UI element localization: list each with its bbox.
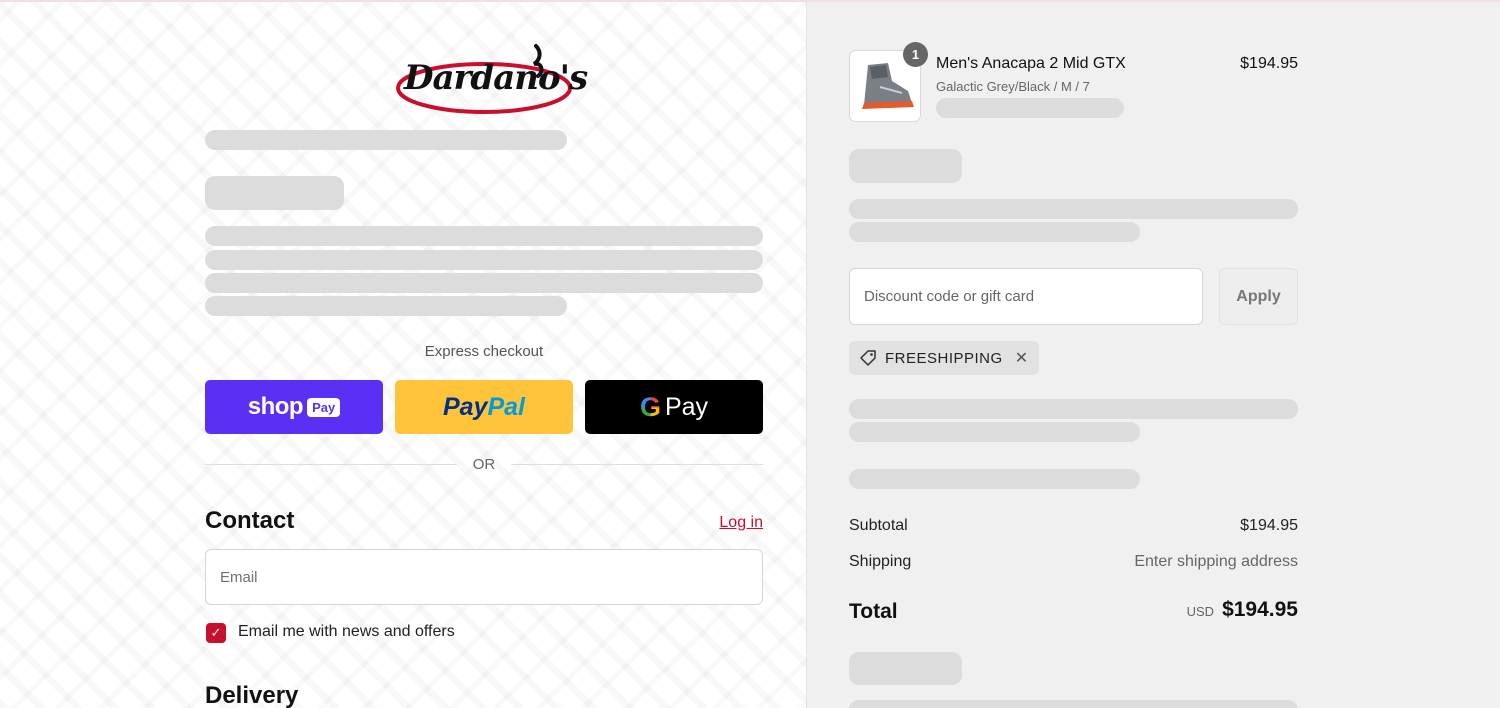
skeleton-block (205, 176, 344, 210)
checkout-main-column: Dardano's Express checkout shop Pay PayP… (0, 2, 806, 708)
total-value-group: USD $194.95 (1187, 598, 1298, 622)
skeleton-line (205, 296, 567, 316)
shop-pay-pill: Pay (307, 397, 341, 417)
contact-heading: Contact (205, 507, 295, 534)
subtotal-value: $194.95 (1240, 517, 1298, 534)
order-summary-column: 1 Men's Anacapa 2 Mid GTX Galactic Grey/… (807, 2, 1500, 708)
skeleton-block (849, 652, 962, 685)
product-price: $194.95 (1240, 55, 1298, 72)
skeleton-line (205, 226, 763, 246)
shop-pay-button[interactable]: shop Pay (205, 380, 383, 434)
checkmark-icon: ✓ (210, 625, 222, 641)
skeleton-line (205, 130, 567, 150)
google-g-icon: G (639, 391, 661, 422)
skeleton-line (849, 199, 1298, 219)
shipping-value: Enter shipping address (1134, 553, 1298, 570)
applied-discount-chip: FREESHIPPING ✕ (849, 341, 1039, 375)
newsletter-label: Email me with news and offers (238, 623, 455, 640)
skeleton-line (849, 422, 1140, 442)
delivery-heading: Delivery (205, 682, 299, 708)
or-divider: OR (205, 454, 763, 474)
product-name: Men's Anacapa 2 Mid GTX (936, 55, 1126, 72)
total-currency: USD (1186, 604, 1215, 619)
login-link[interactable]: Log in (719, 514, 763, 532)
subtotal-label: Subtotal (849, 517, 908, 534)
shipping-label: Shipping (849, 553, 912, 570)
apply-discount-button[interactable]: Apply (1219, 268, 1298, 325)
quantity-badge: 1 (903, 42, 928, 67)
express-checkout-label: Express checkout (424, 343, 544, 360)
skeleton-line (205, 273, 763, 293)
skeleton-block (849, 149, 962, 183)
store-logo[interactable]: Dardano's (396, 42, 588, 116)
total-amount: $194.95 (1222, 598, 1298, 621)
skeleton-line (849, 222, 1140, 242)
paypal-wordmark: PayPal (442, 392, 525, 421)
tag-icon (860, 350, 876, 366)
applied-discount-code: FREESHIPPING (885, 349, 1003, 367)
newsletter-checkbox[interactable]: ✓ (206, 623, 226, 643)
skeleton-line (849, 469, 1140, 489)
skeleton-line (849, 700, 1298, 708)
email-field[interactable] (205, 549, 763, 605)
skeleton-line (936, 98, 1124, 118)
total-label: Total (849, 600, 898, 623)
skeleton-line (849, 399, 1298, 419)
discount-code-input[interactable] (849, 268, 1203, 325)
paypal-button[interactable]: PayPal (395, 380, 573, 434)
shop-pay-wordmark: shop (247, 393, 304, 420)
google-pay-button[interactable]: G Pay (585, 380, 763, 434)
skeleton-line (205, 250, 763, 270)
google-pay-wordmark: G Pay (639, 391, 709, 422)
logo-wordmark: Dardano's (404, 58, 588, 98)
product-variant: Galactic Grey/Black / M / 7 (936, 79, 1090, 94)
divider-line (511, 464, 763, 465)
close-icon[interactable]: ✕ (1015, 348, 1029, 368)
